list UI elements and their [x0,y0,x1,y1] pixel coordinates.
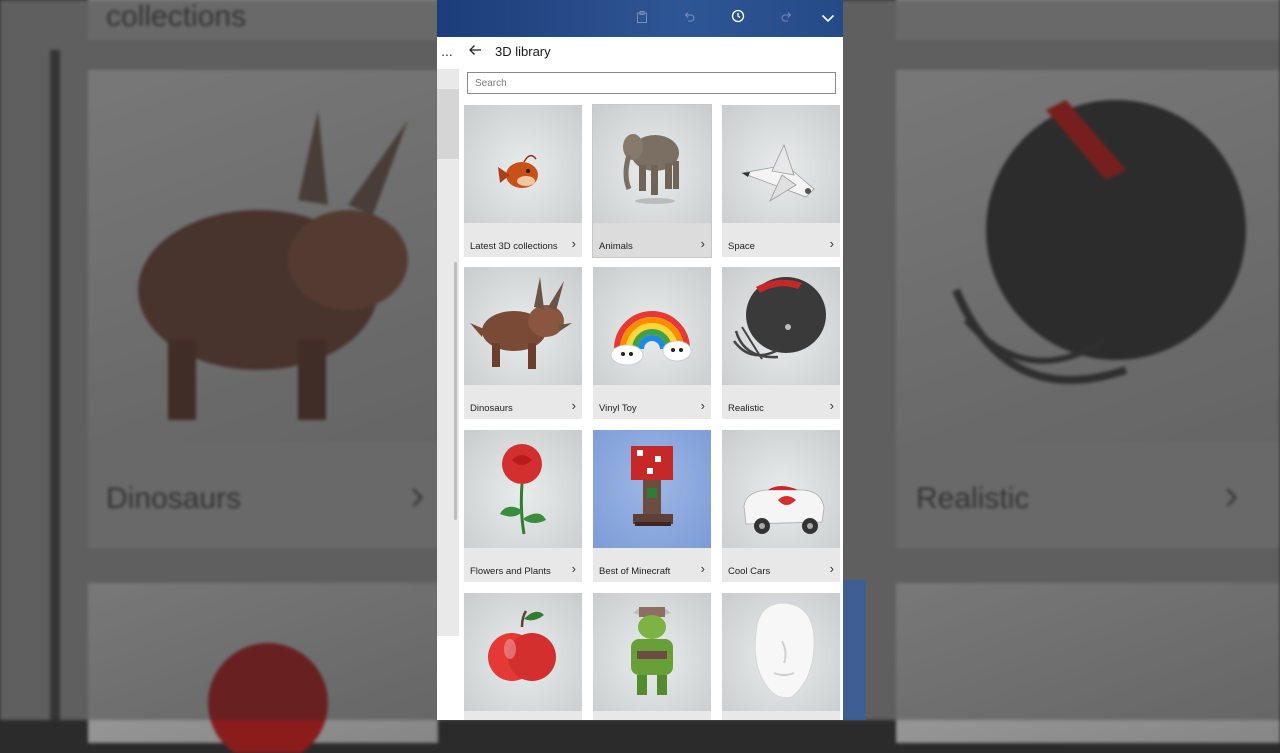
category-label: Animals [599,241,633,252]
history-icon[interactable] [728,9,748,29]
category-card-animals[interactable]: Animals › [592,104,712,258]
category-card-characters[interactable] [593,593,711,720]
category-card-dinosaurs[interactable]: Dinosaurs › [464,267,582,419]
chevron-right-icon: › [571,561,576,576]
category-label: Space [728,241,755,252]
panel-header: ... 3D library [437,37,843,69]
scrollbar[interactable] [454,262,457,520]
category-label: Vinyl Toy [599,403,637,414]
space-shuttle-icon [722,105,840,223]
top-toolbar [437,0,843,37]
toy-car-icon [722,430,840,548]
chevron-right-icon: › [829,561,834,576]
more-options-icon[interactable]: ... [437,43,457,59]
redo-icon[interactable] [777,9,797,29]
category-card-latest[interactable]: Latest 3D collections › [464,105,582,257]
head-model-icon [722,593,840,711]
category-card-vinyl-toy[interactable]: Vinyl Toy › [593,267,711,419]
apple-icon [464,593,582,711]
chevron-down-icon[interactable] [818,9,838,29]
category-label: Realistic [728,403,764,414]
football-helmet-icon [722,267,840,385]
category-card-space[interactable]: Space › [722,105,840,257]
chevron-right-icon: › [700,561,705,576]
category-label: Best of Minecraft [599,566,671,577]
category-card-realistic[interactable]: Realistic › [722,267,840,419]
chevron-right-icon: › [829,398,834,413]
category-card-cool-cars[interactable]: Cool Cars › [722,430,840,582]
back-arrow-icon[interactable] [465,42,485,62]
anglerfish-icon [464,105,582,223]
search-input[interactable] [467,72,836,94]
chevron-right-icon: › [700,236,705,251]
mushroom-house-icon [593,430,711,548]
category-label: Flowers and Plants [470,566,551,577]
3d-library-panel: ... 3D library Latest 3D collections › [437,0,843,720]
bg-blue-strip [843,580,866,720]
category-card-minecraft[interactable]: Best of Minecraft › [593,430,711,582]
category-label: Latest 3D collections [470,241,558,252]
chevron-right-icon: › [700,398,705,413]
category-card-fruit[interactable] [464,593,582,720]
orc-icon [593,593,711,711]
rainbow-icon [593,267,711,385]
chevron-right-icon: › [829,236,834,251]
triceratops-icon [464,267,582,385]
category-label: Dinosaurs [470,403,513,414]
paste-icon[interactable] [632,9,652,29]
category-card-shapes[interactable] [722,593,840,720]
panel-title: 3D library [495,44,551,59]
undo-icon[interactable] [679,9,699,29]
category-label: Cool Cars [728,566,771,577]
elephant-icon [593,105,711,223]
chevron-right-icon: › [571,236,576,251]
rose-icon [464,430,582,548]
chevron-right-icon: › [571,398,576,413]
category-card-flowers[interactable]: Flowers and Plants › [464,430,582,582]
